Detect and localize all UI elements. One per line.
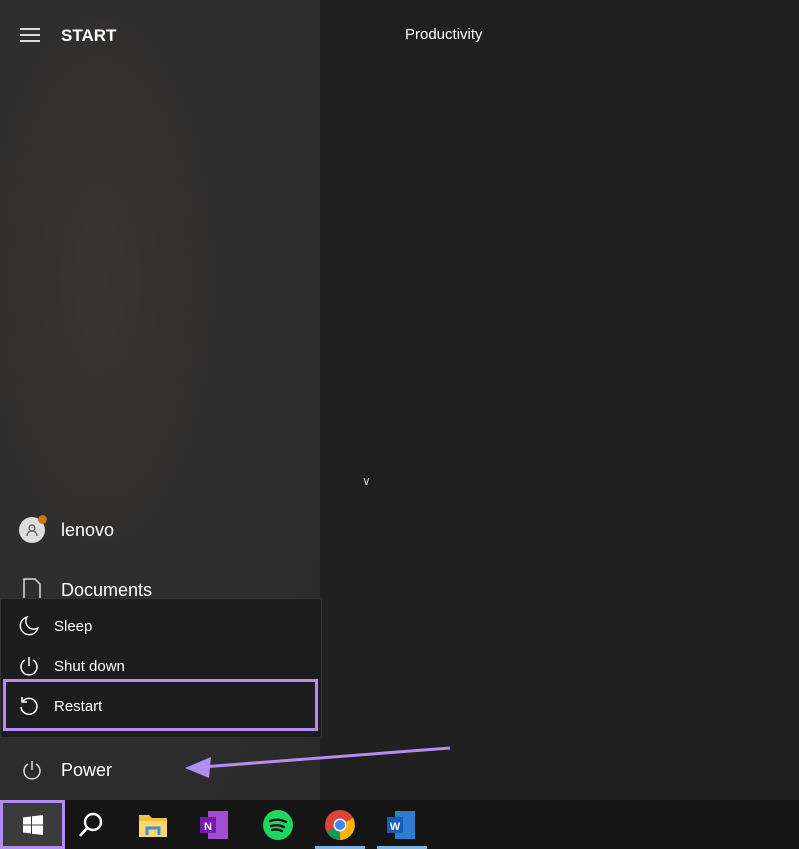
svg-text:N: N <box>204 821 212 833</box>
folder-icon <box>139 814 167 837</box>
restart-menu-item[interactable]: Restart <box>17 691 102 721</box>
tiles-pane <box>320 0 799 800</box>
power-button[interactable]: Power <box>18 756 112 784</box>
avatar <box>19 515 47 543</box>
chrome-button[interactable] <box>315 800 365 849</box>
sleep-label: Sleep <box>54 617 93 635</box>
search-button[interactable] <box>66 800 116 849</box>
spotify-button[interactable] <box>253 800 303 849</box>
file-explorer-button[interactable] <box>128 800 178 849</box>
windows-icon <box>22 814 43 835</box>
group-title-productivity[interactable]: Productivity <box>405 26 483 43</box>
power-label: Power <box>61 759 113 780</box>
svg-text:W: W <box>390 821 401 833</box>
start-title: START <box>61 26 117 45</box>
onenote-icon: N <box>200 810 228 839</box>
user-account[interactable]: lenovo <box>18 515 115 544</box>
word-icon: W <box>387 810 415 839</box>
spotify-icon <box>263 809 293 840</box>
user-name: lenovo <box>61 519 115 540</box>
shutdown-label: Shut down <box>54 657 125 675</box>
shutdown-menu-item[interactable]: Shut down <box>17 651 125 681</box>
hamburger-menu-icon[interactable] <box>20 28 40 42</box>
start-button[interactable] <box>0 800 65 849</box>
chrome-icon <box>325 809 355 840</box>
restart-icon <box>17 696 41 716</box>
chevron-down-icon[interactable]: ∨ <box>362 474 371 488</box>
moon-icon <box>17 616 41 636</box>
word-button[interactable]: W <box>377 800 427 849</box>
power-icon <box>17 656 41 676</box>
search-icon <box>79 812 103 837</box>
power-menu: Sleep Shut down Restart <box>0 598 322 738</box>
taskbar: N W <box>0 800 799 849</box>
onenote-button[interactable]: N <box>190 800 240 849</box>
annotation-arrow <box>185 746 451 778</box>
restart-label: Restart <box>54 697 103 715</box>
power-icon <box>18 756 46 784</box>
sleep-menu-item[interactable]: Sleep <box>17 611 92 641</box>
